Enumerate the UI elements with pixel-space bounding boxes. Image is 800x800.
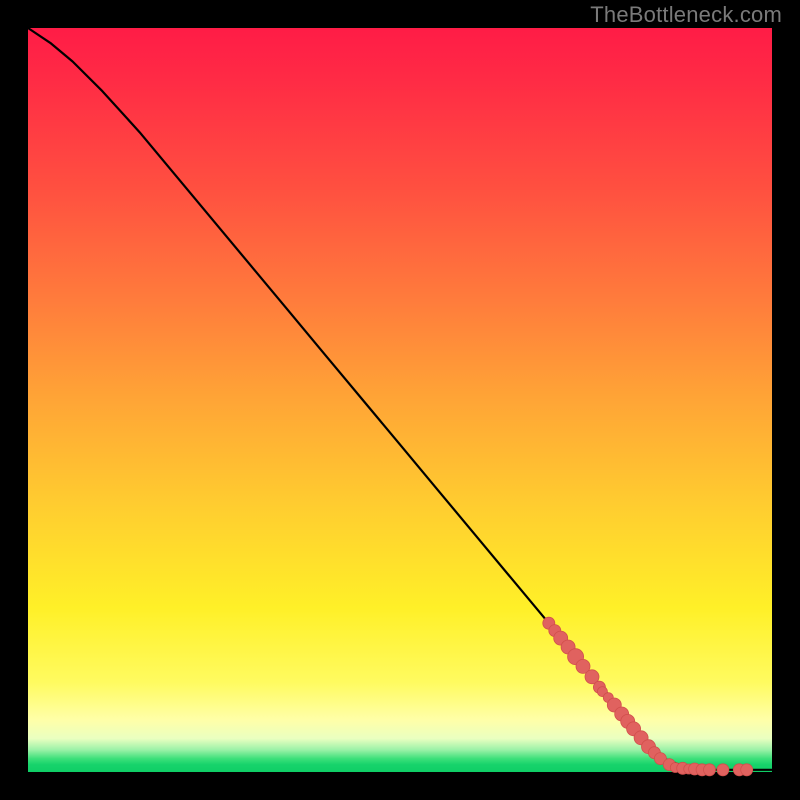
chart-svg	[28, 28, 772, 772]
data-point	[717, 764, 729, 776]
data-point	[704, 764, 716, 776]
stage: TheBottleneck.com	[0, 0, 800, 800]
curve-line	[28, 28, 772, 770]
plot-area	[28, 28, 772, 772]
scatter-dots	[543, 617, 753, 776]
data-point	[741, 764, 753, 776]
attribution-label: TheBottleneck.com	[590, 2, 782, 28]
